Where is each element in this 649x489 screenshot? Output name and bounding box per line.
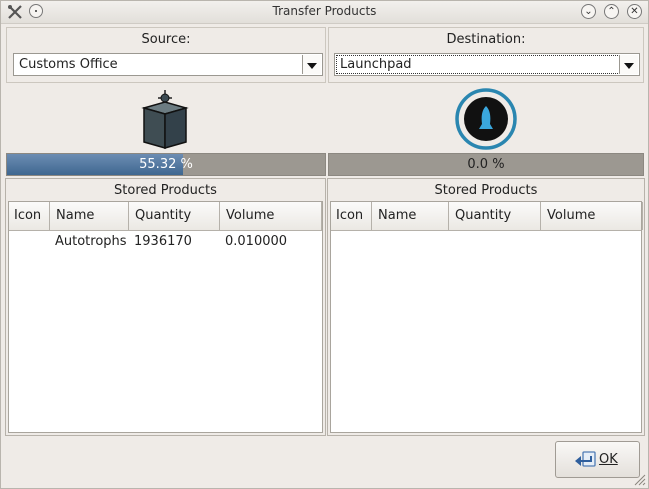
destination-select-value: Launchpad — [340, 57, 412, 72]
ok-button-label: OK — [599, 452, 618, 467]
column-header-icon[interactable]: Icon — [331, 202, 372, 230]
source-stored-products-title: Stored Products — [114, 183, 217, 198]
destination-stored-products: Stored Products Icon Name Quantity Volum… — [327, 178, 645, 436]
destination-stored-products-title: Stored Products — [434, 183, 538, 198]
column-header-volume[interactable]: Volume — [221, 202, 322, 230]
titlebar: Transfer Products ⌄ ⌃ ✕ — [1, 1, 648, 24]
destination-panel: Destination: Launchpad — [328, 27, 644, 83]
table-row[interactable]: Autotrophs 1936170 0.010000 — [9, 234, 322, 254]
customs-office-icon — [141, 90, 189, 149]
resize-grip-icon[interactable] — [632, 472, 646, 486]
source-label: Source: — [141, 32, 191, 47]
source-stored-products: Stored Products Icon Name Quantity Volum… — [5, 178, 326, 436]
row-name: Autotrophs — [55, 234, 127, 249]
row-volume: 0.010000 — [225, 234, 288, 249]
destination-capacity-bar: 0.0 % — [328, 153, 644, 176]
destination-capacity-text: 0.0 % — [467, 157, 505, 172]
destination-select[interactable]: Launchpad — [334, 53, 640, 76]
launchpad-icon — [455, 88, 517, 150]
source-capacity-bar: 55.32 % — [6, 153, 326, 176]
source-select-value: Customs Office — [19, 57, 118, 72]
return-arrow-icon — [575, 451, 596, 467]
column-header-quantity[interactable]: Quantity — [130, 202, 220, 230]
column-header-name[interactable]: Name — [51, 202, 129, 230]
minimize-button[interactable]: ⌄ — [581, 4, 596, 19]
maximize-button[interactable]: ⌃ — [604, 4, 619, 19]
transfer-products-window: Transfer Products ⌄ ⌃ ✕ Source: Customs … — [0, 0, 649, 489]
source-panel: Source: Customs Office — [6, 27, 326, 83]
chevron-down-icon[interactable] — [302, 55, 321, 74]
source-capacity-text: 55.32 % — [139, 157, 193, 172]
destination-table-header: Icon Name Quantity Volume — [331, 202, 643, 231]
ok-button[interactable]: OK — [555, 441, 640, 478]
source-products-table[interactable]: Icon Name Quantity Volume Autotrophs 193… — [8, 201, 323, 433]
column-header-name[interactable]: Name — [373, 202, 449, 230]
window-title: Transfer Products — [272, 4, 377, 18]
close-button[interactable]: ✕ — [627, 4, 642, 19]
column-header-icon[interactable]: Icon — [9, 202, 50, 230]
source-table-header: Icon Name Quantity Volume — [9, 202, 322, 231]
column-header-quantity[interactable]: Quantity — [450, 202, 541, 230]
chevron-down-icon[interactable] — [619, 55, 638, 74]
row-quantity: 1936170 — [134, 234, 192, 249]
destination-label: Destination: — [446, 32, 526, 47]
destination-products-table[interactable]: Icon Name Quantity Volume — [330, 201, 643, 433]
source-select[interactable]: Customs Office — [13, 53, 323, 76]
column-header-volume[interactable]: Volume — [542, 202, 643, 230]
